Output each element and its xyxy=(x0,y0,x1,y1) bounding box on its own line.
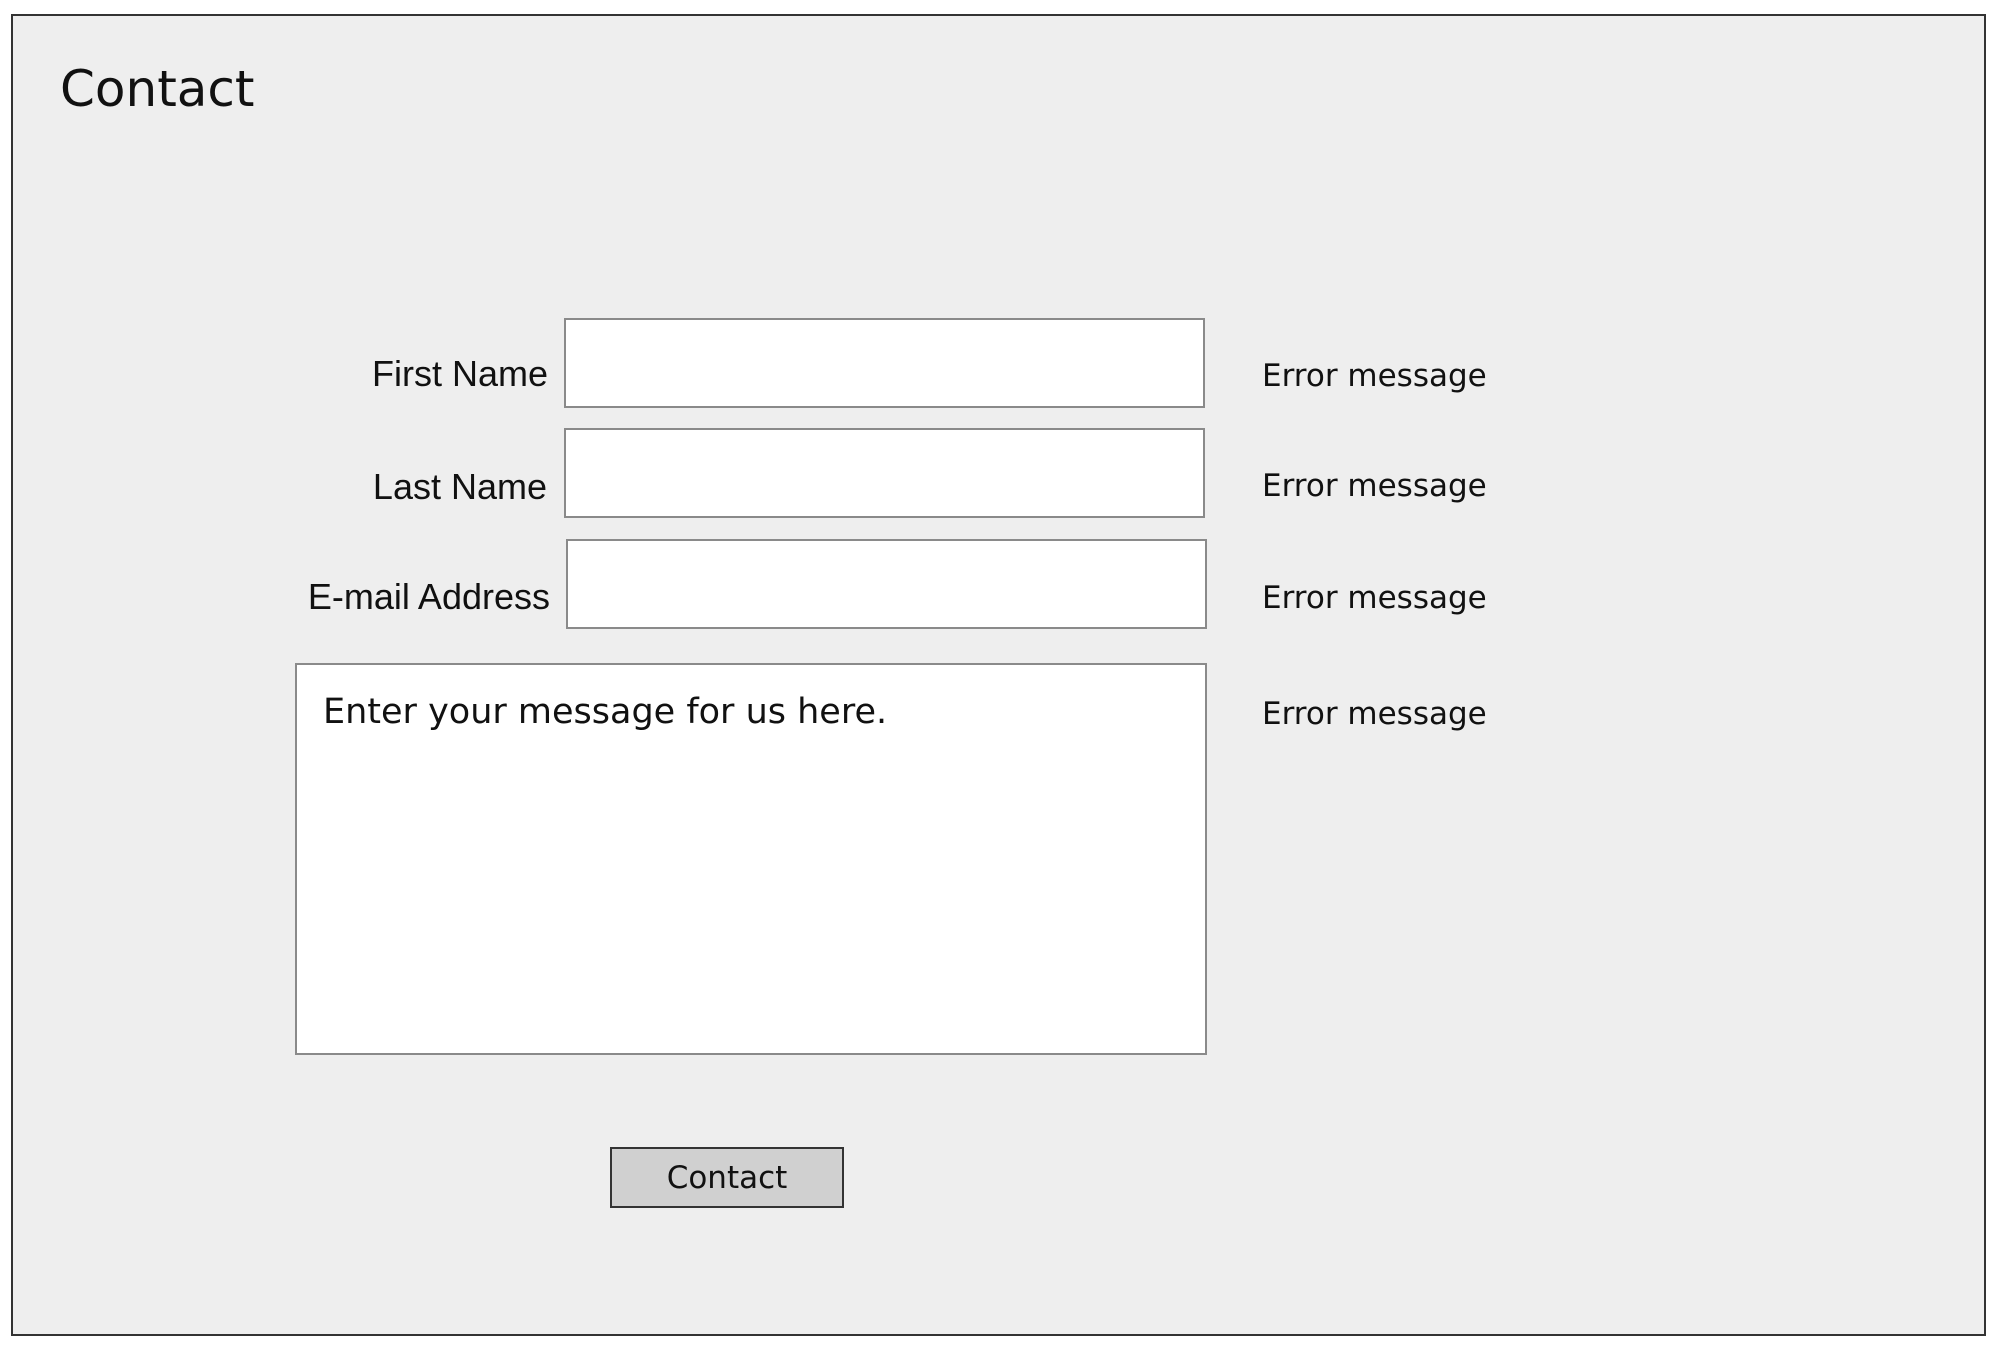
contact-page: Contact First Name Error message Last Na… xyxy=(11,14,1986,1336)
first-name-error: Error message xyxy=(1262,358,1487,394)
message-error: Error message xyxy=(1262,696,1487,732)
email-label: E-mail Address xyxy=(307,576,550,617)
last-name-label: Last Name xyxy=(372,466,547,507)
message-textarea[interactable] xyxy=(295,663,1207,1055)
email-input[interactable] xyxy=(566,539,1207,629)
first-name-label: First Name xyxy=(371,353,548,394)
first-name-input[interactable] xyxy=(564,318,1205,408)
last-name-input[interactable] xyxy=(564,428,1205,518)
page-title: Contact xyxy=(60,60,255,118)
last-name-error: Error message xyxy=(1262,468,1487,504)
email-error: Error message xyxy=(1262,580,1487,616)
contact-button[interactable]: Contact xyxy=(610,1147,844,1208)
